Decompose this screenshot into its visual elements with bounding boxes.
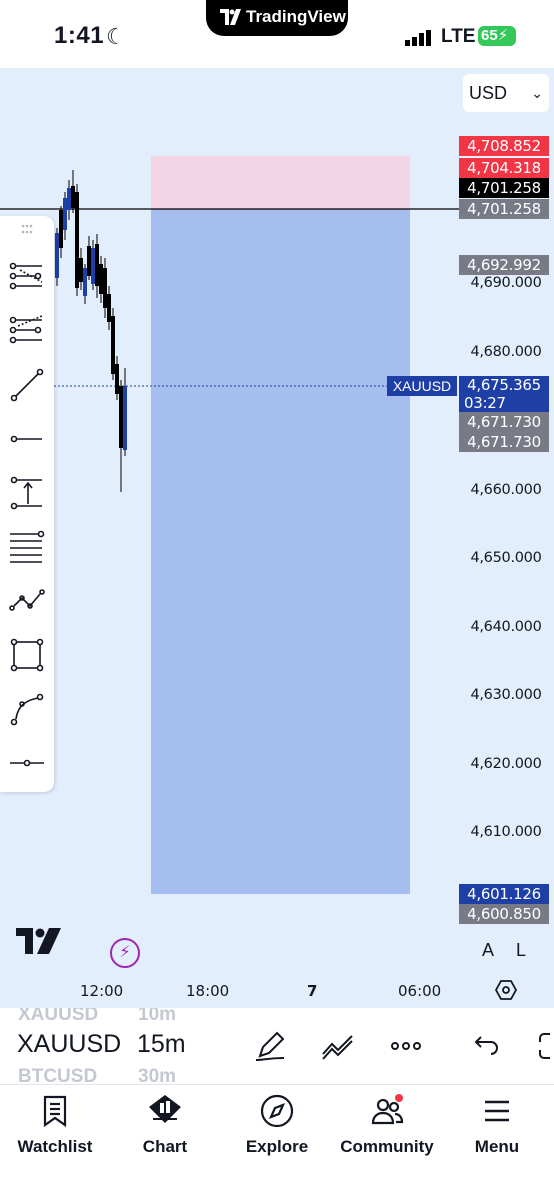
fullscreen-icon[interactable]	[530, 1028, 554, 1064]
dynamic-island[interactable]: TradingView	[206, 0, 348, 36]
symbol-next[interactable]: BTCUSD	[18, 1066, 97, 1084]
status-time: 1:41	[54, 22, 105, 49]
status-bar: 1:41 ☾ TradingView LTE 65⚡	[0, 0, 554, 68]
chevron-down-icon: ⌄	[531, 85, 543, 101]
nav-menu[interactable]: Menu	[442, 1091, 552, 1163]
compass-icon	[260, 1094, 294, 1128]
trend-line-tool-icon[interactable]	[8, 366, 46, 404]
price-axis-label: 4,630.000	[470, 687, 542, 703]
nav-label: Watchlist	[17, 1137, 93, 1156]
pitchfork-tool-icon[interactable]	[8, 258, 46, 296]
interval-next[interactable]: 30m	[138, 1066, 176, 1084]
nav-explore[interactable]: Explore	[222, 1091, 332, 1163]
bottom-navigation: Watchlist Chart Explore Community Menu	[0, 1084, 554, 1200]
nav-label: Chart	[142, 1137, 188, 1156]
bar-countdown: 03:27	[464, 394, 506, 412]
network-type: LTE	[441, 26, 476, 47]
symbol-prev[interactable]: XAUUSD	[18, 1008, 98, 1026]
drawing-templates-icon[interactable]	[320, 1028, 356, 1064]
price-axis-label: 4,620.000	[470, 756, 542, 772]
candlestick-series[interactable]	[55, 170, 127, 492]
time-axis-label: 06:00	[398, 982, 442, 1000]
price-tag-last[interactable]: 4,671.730	[459, 412, 549, 432]
tradingview-logo-icon	[220, 9, 241, 25]
currency-select[interactable]: USD ⌄	[463, 74, 549, 112]
log-scale-button[interactable]: L	[516, 940, 526, 961]
pen-icon[interactable]	[252, 1028, 288, 1064]
price-tag-target[interactable]: 4,601.126	[459, 884, 549, 904]
time-axis-label: 7	[307, 982, 318, 1000]
symbol-interval-strip[interactable]: XAUUSD 10m XAUUSD 15m BTCUSD 30m	[0, 1008, 554, 1084]
horizontal-ray-tool-icon[interactable]	[8, 420, 46, 458]
drawing-toolbar[interactable]	[0, 216, 54, 792]
curve-tool-icon[interactable]	[8, 690, 46, 728]
battery-indicator: 65⚡	[478, 26, 516, 46]
community-icon	[371, 1094, 404, 1125]
price-tag-target-alt[interactable]: 4,600.850	[459, 904, 549, 924]
price-tag-current[interactable]: 4,675.365 03:27	[459, 376, 549, 412]
currency-value: USD	[469, 83, 508, 103]
nav-label: Explore	[245, 1137, 309, 1156]
do-not-disturb-icon: ☾	[106, 24, 126, 49]
price-tag-hline[interactable]: 4,701.258	[459, 178, 549, 198]
price-tag-entry[interactable]: 4,701.258	[459, 199, 549, 219]
price-axis-label: 4,650.000	[470, 550, 542, 566]
nav-community[interactable]: Community	[332, 1091, 442, 1163]
current-price-value: 4,675.365	[467, 376, 541, 394]
nav-watchlist[interactable]: Watchlist	[0, 1091, 110, 1163]
cellular-signal-icon	[405, 30, 431, 46]
interval-prev[interactable]: 10m	[138, 1008, 176, 1026]
symbol-selector[interactable]: XAUUSD	[17, 1030, 121, 1059]
price-tag-stop[interactable]: 4,708.852	[459, 136, 549, 156]
chart-settings-icon[interactable]	[494, 978, 518, 1002]
nav-label: Menu	[474, 1137, 520, 1156]
horizontal-line-tool-icon[interactable]	[8, 744, 46, 782]
price-axis-label: 4,610.000	[470, 824, 542, 840]
long-position-tool-icon[interactable]	[8, 474, 46, 512]
nav-label: Community	[340, 1137, 434, 1156]
parallel-channel-tool-icon[interactable]	[8, 312, 46, 350]
auto-scale-button[interactable]: A	[482, 940, 494, 961]
position-stop-zone[interactable]	[151, 156, 410, 209]
menu-icon	[485, 1100, 509, 1122]
nav-chart[interactable]: Chart	[110, 1091, 220, 1163]
fib-retracement-tool-icon[interactable]	[8, 528, 46, 566]
watchlist-icon	[43, 1095, 67, 1128]
price-axis-label: 4,680.000	[470, 344, 542, 360]
price-tag-stop-alt[interactable]: 4,704.318	[459, 158, 549, 178]
chart-icon	[149, 1095, 181, 1123]
price-tag-high[interactable]: 4,692.992	[459, 255, 549, 275]
undo-icon[interactable]	[467, 1028, 503, 1064]
price-axis-label: 4,660.000	[470, 482, 542, 498]
chart-canvas[interactable]: USD ⌄ 4,708.852 4,704.318 4,701.258 4,70…	[0, 68, 554, 1008]
more-options-icon[interactable]	[388, 1028, 424, 1064]
price-tag-close[interactable]: 4,671.730	[459, 432, 549, 452]
rectangle-tool-icon[interactable]	[8, 636, 46, 674]
drag-handle-icon[interactable]	[8, 222, 46, 238]
symbol-price-tag[interactable]: XAUUSD	[387, 376, 457, 396]
price-axis-label: 4,640.000	[470, 619, 542, 635]
lightning-icon[interactable]: ⚡	[110, 938, 140, 968]
price-axis-label: 4,690.000	[470, 275, 542, 291]
interval-selector[interactable]: 15m	[137, 1030, 186, 1059]
island-title: TradingView	[246, 7, 346, 26]
battery-level: 65	[481, 27, 498, 44]
time-axis-label: 12:00	[80, 982, 124, 1000]
time-axis-label: 18:00	[186, 982, 230, 1000]
tradingview-watermark-icon	[16, 928, 61, 954]
path-tool-icon[interactable]	[8, 582, 46, 620]
position-target-zone[interactable]	[151, 209, 410, 894]
